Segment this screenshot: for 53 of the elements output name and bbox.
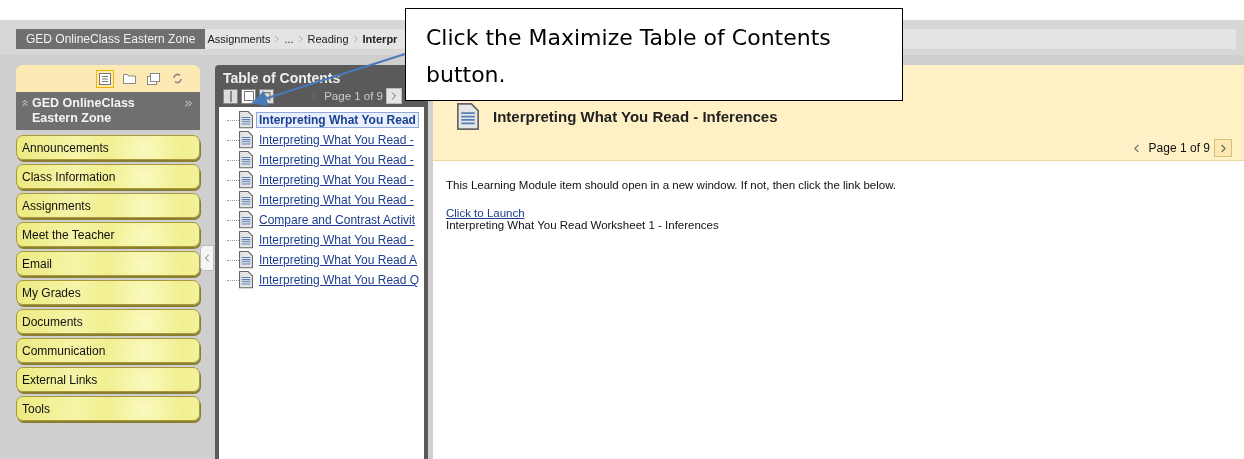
arrow-icon (262, 91, 271, 101)
next-page-button[interactable] (386, 88, 402, 104)
document-icon (239, 111, 253, 129)
toc-item-link[interactable]: Interpreting What You Read - (256, 132, 417, 148)
document-icon (239, 151, 253, 169)
breadcrumb-item[interactable]: Assignments (207, 33, 271, 45)
expand-icon[interactable] (183, 98, 194, 109)
maximize-button[interactable] (241, 88, 256, 104)
menu-button[interactable]: Communication (16, 338, 200, 363)
menu-button[interactable]: Announcements (16, 135, 200, 160)
toc-item-link[interactable]: Compare and Contrast Activit (256, 212, 419, 228)
toc-item-link[interactable]: Interpreting What You Read A (256, 252, 421, 268)
toc-item-link[interactable]: Interpreting What You Read - (256, 232, 417, 248)
document-icon (457, 103, 479, 131)
square-icon (243, 91, 254, 101)
toc-item-link[interactable]: Interpreting What You Read (256, 112, 419, 128)
collapse-icon[interactable] (20, 98, 30, 108)
toc-item-link[interactable]: Interpreting What You Read - (256, 192, 417, 208)
collapse-tab[interactable] (200, 245, 214, 271)
page-indicator: Page 1 of 9 (324, 90, 383, 102)
menu-button[interactable]: External Links (16, 367, 200, 392)
document-icon (239, 131, 253, 149)
document-icon (239, 251, 253, 269)
document-icon (239, 191, 253, 209)
menu-button[interactable]: My Grades (16, 280, 200, 305)
course-title: GED OnlineClass Eastern Zone (32, 96, 136, 126)
document-icon (239, 231, 253, 249)
document-icon (239, 171, 253, 189)
collapse-all-button[interactable] (223, 88, 238, 104)
list-view-icon[interactable] (96, 69, 114, 88)
callout-text: Click the Maximize Table of Contents button. (426, 25, 831, 87)
document-icon (239, 211, 253, 229)
content-title: Interpreting What You Read - Inferences (493, 108, 778, 126)
toc-item-link[interactable]: Interpreting What You Read - (256, 172, 417, 188)
menu-button[interactable]: Tools (16, 396, 200, 421)
course-name-tag[interactable]: GED OnlineClass Eastern Zone (16, 29, 206, 49)
toc-item-link[interactable]: Interpreting What You Read Q (256, 272, 423, 288)
page-indicator: Page 1 of 9 (1148, 141, 1210, 155)
breadcrumb-item[interactable]: ... (284, 33, 294, 45)
info-message: This Learning Module item should open in a new window. If not, then click the link below. (446, 179, 898, 191)
menu-button[interactable]: Assignments (16, 193, 200, 218)
menu-button[interactable]: Email (16, 251, 200, 276)
menu-button[interactable]: Documents (16, 309, 200, 334)
breadcrumb-item[interactable]: Reading (307, 33, 349, 45)
next-page-button[interactable] (1214, 139, 1232, 157)
breadcrumb-item: Interpr (362, 33, 398, 45)
launch-link[interactable]: Click to Launch (446, 207, 525, 219)
document-icon (239, 271, 253, 289)
bar-icon (229, 90, 232, 102)
menu-button[interactable]: Meet the Teacher (16, 222, 200, 247)
menu-button[interactable]: Class Information (16, 164, 200, 189)
toc-item-link[interactable]: Interpreting What You Read - (256, 152, 417, 168)
item-caption: Interpreting What You Read Worksheet 1 - Inferences (446, 219, 720, 231)
